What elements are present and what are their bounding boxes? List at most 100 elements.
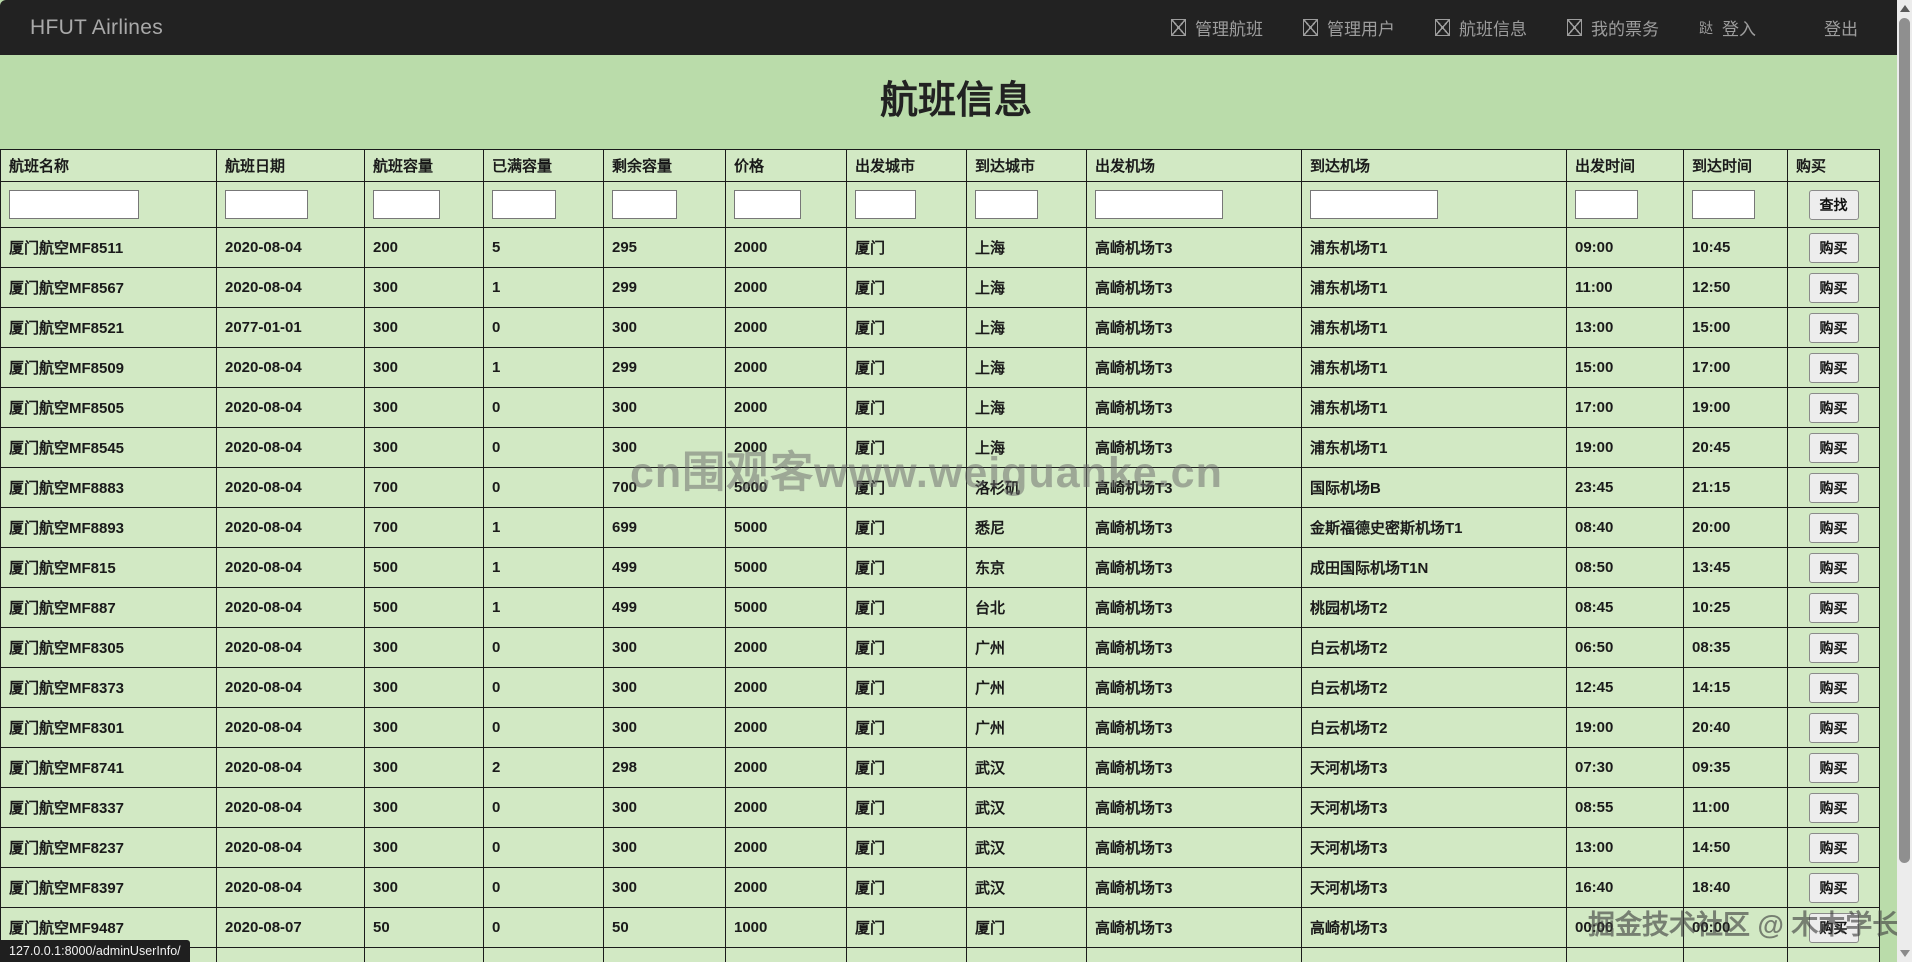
filter-input-2[interactable] — [373, 190, 440, 219]
buy-button[interactable]: 购买 — [1808, 232, 1859, 263]
filter-input-4[interactable] — [612, 190, 677, 219]
flight-cell: 0 — [483, 907, 604, 948]
buy-cell: 购买 — [1787, 707, 1880, 748]
flight-cell: 300 — [603, 427, 726, 468]
column-header: 已满容量 — [483, 149, 604, 182]
flight-cell: 0 — [483, 667, 604, 708]
flight-cell: 499 — [603, 547, 726, 588]
flight-cell: 2020-08-04 — [216, 827, 365, 868]
filter-input-0[interactable] — [9, 190, 139, 219]
flight-row: 厦门航空MF8509 2020-08-04 300 1 299 2000 厦门 上海 高崎机场T… — [0, 347, 1880, 388]
filter-input-8[interactable] — [1095, 190, 1223, 219]
flight-cell: 300 — [364, 387, 484, 428]
search-button[interactable]: 查找 — [1808, 189, 1859, 220]
filter-input-5[interactable] — [734, 190, 801, 219]
flight-cell: 300 — [603, 827, 726, 868]
buy-button[interactable]: 购买 — [1808, 632, 1859, 663]
buy-button[interactable]: 购买 — [1808, 352, 1859, 383]
nav-item-manage-users[interactable]: 管理用户 — [1303, 15, 1395, 40]
vertical-scrollbar[interactable] — [1897, 0, 1912, 962]
flight-cell: 2000 — [725, 707, 847, 748]
flight-cell: 5000 — [725, 547, 847, 588]
filter-cell — [216, 181, 365, 228]
filter-input-6[interactable] — [855, 190, 916, 219]
flight-cell: 10:25 — [1683, 587, 1788, 628]
buy-button[interactable]: 购买 — [1808, 512, 1859, 543]
buy-button[interactable]: 购买 — [1808, 552, 1859, 583]
nav-item-label: 航班信息 — [1459, 20, 1527, 39]
flight-cell: 厦门 — [846, 587, 967, 628]
filter-input-10[interactable] — [1575, 190, 1638, 219]
filter-input-9[interactable] — [1310, 190, 1438, 219]
flight-cell: 50 — [603, 907, 726, 948]
buy-button[interactable]: 购买 — [1808, 912, 1859, 943]
filter-input-11[interactable] — [1692, 190, 1755, 219]
flight-cell: 14:15 — [1683, 667, 1788, 708]
nav-item-login[interactable]: 跶登入 — [1699, 15, 1756, 40]
flight-cell: 厦门 — [846, 787, 967, 828]
buy-button[interactable]: 购买 — [1808, 872, 1859, 903]
buy-button[interactable]: 购买 — [1808, 432, 1859, 463]
flight-cell: 19:00 — [1566, 707, 1684, 748]
brand[interactable]: HFUT Airlines — [30, 16, 163, 40]
flight-cell — [483, 947, 604, 962]
flight-cell: 厦门 — [846, 387, 967, 428]
buy-cell: 购买 — [1787, 427, 1880, 468]
flight-cell — [1683, 947, 1788, 962]
flight-cell: 0 — [483, 627, 604, 668]
buy-button[interactable]: 购买 — [1808, 272, 1859, 303]
nav-item-my-tickets[interactable]: 我的票务 — [1567, 15, 1659, 40]
flight-cell: 08:55 — [1566, 787, 1684, 828]
flight-cell: 厦门航空MF8741 — [0, 747, 217, 788]
buy-button[interactable]: 购买 — [1808, 592, 1859, 623]
flight-cell: 13:45 — [1683, 547, 1788, 588]
scroll-down-arrow[interactable] — [1897, 946, 1912, 961]
flight-cell: 厦门航空MF8305 — [0, 627, 217, 668]
flight-cell: 上海 — [966, 307, 1087, 348]
flight-cell: 300 — [603, 667, 726, 708]
scroll-up-arrow[interactable] — [1897, 1, 1912, 16]
buy-cell: 购买 — [1787, 467, 1880, 508]
nav-item-flight-info[interactable]: 航班信息 — [1435, 15, 1527, 40]
filter-input-7[interactable] — [975, 190, 1038, 219]
flight-cell: 厦门航空MF8883 — [0, 467, 217, 508]
nav-item-logout[interactable]: 登出 — [1824, 15, 1858, 40]
nav-item-manage-flights[interactable]: 管理航班 — [1171, 15, 1263, 40]
filter-input-3[interactable] — [492, 190, 556, 219]
flight-cell: 厦门 — [846, 907, 967, 948]
buy-button[interactable]: 购买 — [1808, 312, 1859, 343]
flight-cell: 2020-08-04 — [216, 267, 365, 308]
flight-cell: 2020-08-04 — [216, 387, 365, 428]
flight-cell: 上海 — [966, 267, 1087, 308]
flight-cell: 武汉 — [966, 827, 1087, 868]
buy-button[interactable]: 购买 — [1808, 672, 1859, 703]
buy-button[interactable]: 购买 — [1808, 752, 1859, 783]
buy-button[interactable]: 购买 — [1808, 792, 1859, 823]
scrollbar-thumb[interactable] — [1899, 18, 1910, 863]
flight-cell: 高崎机场T3 — [1086, 267, 1302, 308]
flight-cell: 金斯福德史密斯机场T1 — [1301, 507, 1567, 548]
flight-cell: 20:00 — [1683, 507, 1788, 548]
flight-cell: 厦门航空MF8337 — [0, 787, 217, 828]
buy-button[interactable]: 购买 — [1808, 712, 1859, 743]
flight-cell: 11:00 — [1566, 267, 1684, 308]
flight-row: 厦门航空MF9487 2020-08-07 50 0 50 1000 厦门 厦门 高崎机场T3 高… — [0, 907, 1880, 948]
flight-cell: 广州 — [966, 667, 1087, 708]
flight-cell: 09:35 — [1683, 747, 1788, 788]
filter-cell — [966, 181, 1087, 228]
buy-button[interactable]: 购买 — [1808, 472, 1859, 503]
flight-cell: 0 — [483, 467, 604, 508]
flight-cell: 300 — [364, 787, 484, 828]
filter-input-1[interactable] — [225, 190, 308, 219]
flight-cell: 50 — [364, 907, 484, 948]
flight-row: 厦门航空MF8397 2020-08-04 300 0 300 2000 厦门 武汉 高崎机场T… — [0, 867, 1880, 908]
filter-cell — [1086, 181, 1302, 228]
buy-button[interactable]: 购买 — [1808, 392, 1859, 423]
flight-row: 厦门航空MF887 2020-08-04 500 1 499 5000 厦门 台北 高崎机场T3… — [0, 587, 1880, 628]
buy-button[interactable]: 购买 — [1808, 832, 1859, 863]
flight-cell: 天河机场T3 — [1301, 867, 1567, 908]
flight-row: 厦门航空MF8741 2020-08-04 300 2 298 2000 厦门 武汉 高崎机场T… — [0, 747, 1880, 788]
flight-row: 厦门航空MF8373 2020-08-04 300 0 300 2000 厦门 广州 高崎机场T… — [0, 667, 1880, 708]
flight-cell: 18:40 — [1683, 867, 1788, 908]
flight-cell: 厦门 — [966, 907, 1087, 948]
